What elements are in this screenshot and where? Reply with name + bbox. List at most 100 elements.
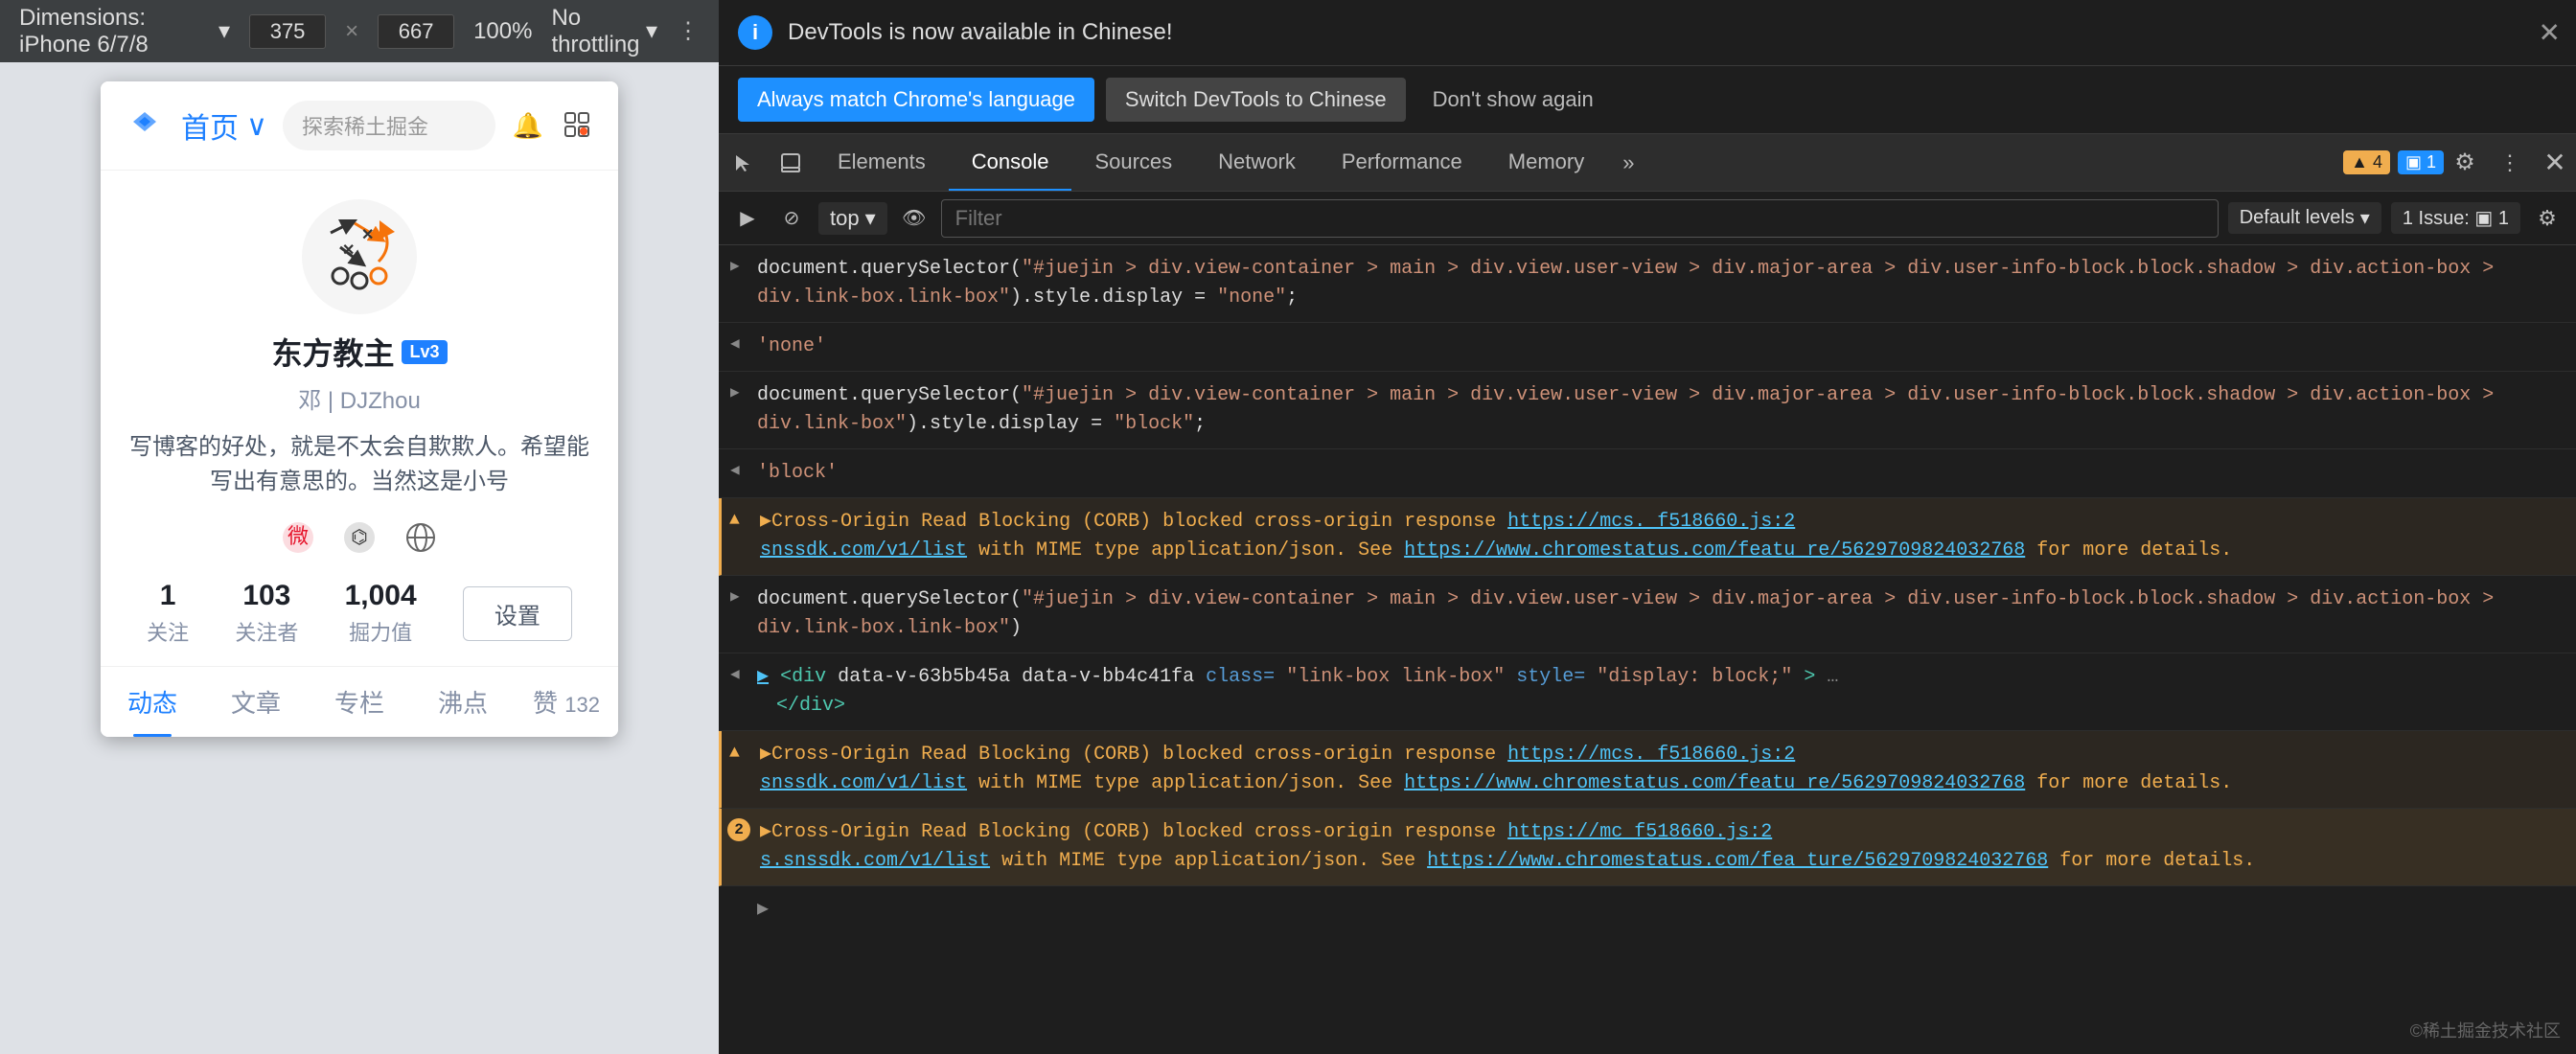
match-language-button[interactable]: Always match Chrome's language	[738, 78, 1094, 122]
tab-zhuanlan[interactable]: 专栏	[308, 667, 411, 737]
width-input[interactable]	[249, 14, 326, 49]
chromestatus-link-3[interactable]: https://www.chromestatus.com/fea ture/56…	[1427, 850, 2048, 872]
stop-button[interactable]: ⊘	[774, 201, 809, 236]
home-chevron-icon: ∨	[246, 109, 267, 143]
cursor-tool-button[interactable]	[719, 139, 767, 187]
levels-label: Default levels	[2240, 207, 2355, 229]
settings-button[interactable]: 设置	[463, 586, 572, 641]
tab-performance[interactable]: Performance	[1319, 134, 1485, 191]
result-arrow-icon[interactable]: ◀	[730, 332, 740, 355]
devtools-tabs: Elements Console Sources Network Perform…	[719, 134, 2576, 192]
chromestatus-link-1[interactable]: https://www.chromestatus.com/featu re/56…	[1404, 539, 2025, 561]
warning-icon: ▲	[729, 741, 740, 767]
search-placeholder: 探索稀土掘金	[302, 115, 428, 139]
warning-badge[interactable]: ▲ 4	[2343, 150, 2390, 174]
zoom-control[interactable]: 100%	[473, 18, 532, 45]
tab-elements[interactable]: Elements	[815, 134, 949, 191]
home-nav[interactable]: 首页 ∨	[181, 104, 267, 147]
search-box[interactable]: 探索稀土掘金	[283, 101, 495, 150]
tab-zan[interactable]: 赞 132	[515, 667, 618, 737]
more-options-button[interactable]: ⋮	[677, 17, 700, 45]
app-header: 首页 ∨ 探索稀土掘金 🔔	[101, 81, 618, 171]
console-toolbar: ▶ ⊘ top ▾ 👁 Default levels ▾ 1 Issue: ▣ …	[719, 192, 2576, 245]
followers-label: 关注者	[235, 616, 298, 647]
result-arrow-icon[interactable]: ◀	[730, 663, 740, 686]
website-icon[interactable]	[402, 518, 440, 557]
dont-show-again-button[interactable]: Don't show again	[1417, 78, 1609, 122]
mobile-preview-area: 首页 ∨ 探索稀土掘金 🔔	[0, 62, 719, 1054]
info-badge[interactable]: ▣ 1	[2398, 150, 2444, 174]
inspect-button[interactable]	[767, 139, 815, 187]
juejin-score: 1,004	[345, 580, 417, 612]
tab-sources[interactable]: Sources	[1071, 134, 1195, 191]
followers-stat[interactable]: 103 关注者	[235, 580, 298, 647]
info-bar: i DevTools is now available in Chinese! …	[719, 0, 2576, 66]
console-cursor-line[interactable]: ▶	[719, 886, 2576, 930]
header-icons: 🔔	[511, 108, 595, 143]
svg-text:✕: ✕	[342, 242, 355, 259]
console-filter-input[interactable]	[941, 199, 2219, 238]
tab-memory[interactable]: Memory	[1485, 134, 1607, 191]
console-entry: ▶ document.querySelector("#juejin > div.…	[719, 372, 2576, 449]
corb-link-2[interactable]: https://mcs. f518660.js:2	[1507, 744, 1795, 766]
github-icon[interactable]: ⌬	[340, 518, 379, 557]
svg-text:微: 微	[288, 524, 309, 548]
corb-list-link-3[interactable]: s.snssdk.com/v1/list	[760, 850, 990, 872]
console-warning-entry: ▲ ▶Cross-Origin Read Blocking (CORB) blo…	[719, 731, 2576, 809]
device-dropdown-icon[interactable]: ▾	[218, 17, 230, 45]
throttle-selector[interactable]: No throttling ▾	[551, 5, 657, 58]
tab-network[interactable]: Network	[1195, 134, 1319, 191]
following-label: 关注	[147, 616, 189, 647]
juejin-label: 掘力值	[349, 616, 412, 647]
tab-dongtai[interactable]: 动态	[101, 667, 204, 737]
console-output[interactable]: ▶ document.querySelector("#juejin > div.…	[719, 245, 2576, 1054]
followers-count: 103	[242, 580, 290, 612]
devtools-settings-button[interactable]: ⚙	[2444, 142, 2486, 184]
tab-feidian[interactable]: 沸点	[411, 667, 515, 737]
home-label: 首页	[181, 104, 239, 147]
devtools-close-button[interactable]: ✕	[2534, 142, 2576, 184]
device-selector[interactable]: Dimensions: iPhone 6/7/8 ▾	[19, 5, 230, 58]
context-selector[interactable]: top ▾	[818, 202, 887, 235]
warning-icon: ▲	[729, 508, 740, 534]
switch-chinese-button[interactable]: Switch DevTools to Chinese	[1106, 78, 1406, 122]
height-input[interactable]	[378, 14, 454, 49]
corb-link-3[interactable]: https://mc f518660.js:2	[1507, 821, 1772, 843]
expand-arrow-icon[interactable]: ▶	[730, 381, 740, 404]
issues-button[interactable]: 1 Issue: ▣ 1	[2391, 202, 2520, 234]
expand-arrow-icon[interactable]: ▶	[730, 585, 740, 608]
eye-button[interactable]: 👁	[897, 201, 932, 236]
console-entry: ▶ document.querySelector("#juejin > div.…	[719, 576, 2576, 653]
user-bio: 写博客的好处，就是不太会自欺欺人。希望能写出有意思的。当然这是小号	[124, 430, 595, 499]
social-icons: 微 ⌬	[279, 518, 440, 557]
console-warning-entry-numbered: 2 ▶Cross-Origin Read Blocking (CORB) blo…	[719, 809, 2576, 886]
devtools-more-button[interactable]: ⋮	[2486, 139, 2534, 187]
tab-wenzhang[interactable]: 文章	[204, 667, 308, 737]
play-button[interactable]: ▶	[730, 201, 765, 236]
juejin-score-stat[interactable]: 1,004 掘力值	[345, 580, 417, 647]
zan-badge: 132	[564, 693, 600, 717]
following-stat[interactable]: 1 关注	[147, 580, 189, 647]
notification-icon[interactable]: 🔔	[511, 108, 545, 143]
more-tabs-button[interactable]: »	[1607, 150, 1649, 175]
device-toolbar: Dimensions: iPhone 6/7/8 ▾ × 100% No thr…	[0, 0, 719, 62]
close-icon[interactable]: ✕	[2539, 17, 2561, 49]
tab-console[interactable]: Console	[949, 134, 1072, 191]
corb-list-link-1[interactable]: snssdk.com/v1/list	[760, 539, 967, 561]
console-settings-button[interactable]: ⚙	[2530, 201, 2564, 236]
result-arrow-icon[interactable]: ◀	[730, 459, 740, 482]
weibo-icon[interactable]: 微	[279, 518, 317, 557]
menu-grid-icon[interactable]	[561, 108, 595, 143]
corb-link-1[interactable]: https://mcs. f518660.js:2	[1507, 511, 1795, 533]
stats-row: 1 关注 103 关注者 1,004 掘力值 设置	[124, 580, 595, 647]
info-icon: i	[738, 15, 772, 50]
expand-html-icon[interactable]: ▶	[757, 666, 769, 688]
user-name: 东方教主 Lv3	[271, 330, 447, 374]
chromestatus-link-2[interactable]: https://www.chromestatus.com/featu re/56…	[1404, 772, 2025, 794]
devtools-badges: ▲ 4 ▣ 1	[2343, 150, 2444, 174]
corb-list-link-2[interactable]: snssdk.com/v1/list	[760, 772, 967, 794]
log-levels-selector[interactable]: Default levels ▾	[2228, 202, 2381, 234]
expand-arrow-icon[interactable]: ▶	[730, 255, 740, 278]
context-chevron-icon: ▾	[865, 206, 876, 231]
warning-count-badge: 2	[727, 818, 750, 841]
